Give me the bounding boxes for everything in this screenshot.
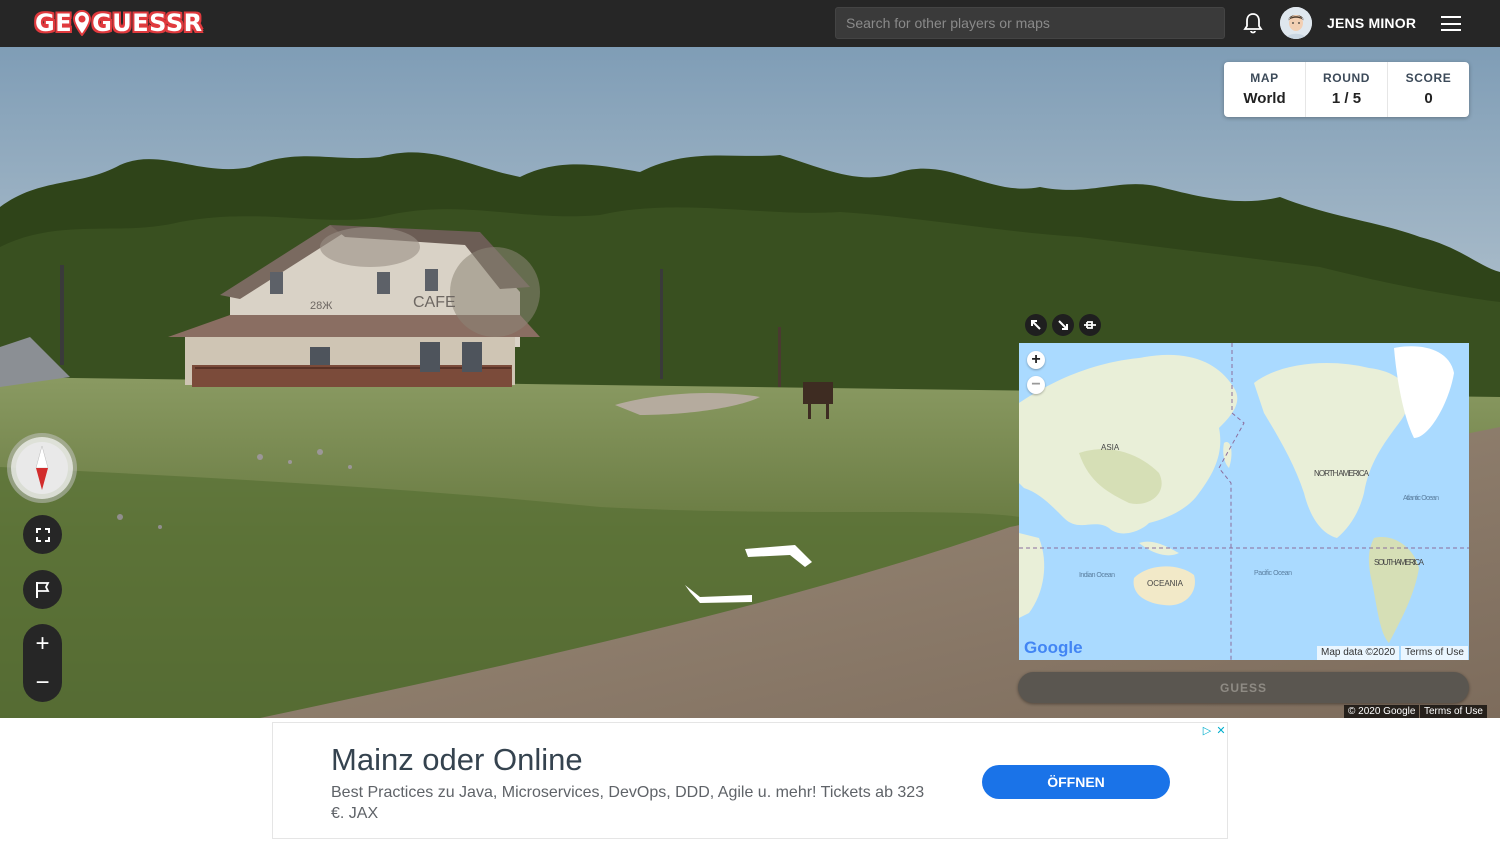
- ad-choices[interactable]: ▷ ✕: [1200, 723, 1228, 738]
- top-bar: GE GUESSR JENS MINOR: [0, 0, 1500, 47]
- compass-icon: [16, 442, 68, 494]
- status-map: MAP World: [1224, 62, 1305, 117]
- status-round-label: ROUND: [1323, 71, 1370, 85]
- hamburger-menu-icon[interactable]: [1441, 16, 1461, 31]
- pin-icon: [1084, 321, 1096, 329]
- streetview-zoom-controls: + −: [23, 624, 62, 702]
- flag-icon: [35, 581, 49, 598]
- world-map: ASIA NORTH AMERICA SOUTH AMERICA OCEANIA…: [1019, 343, 1469, 660]
- geoguessr-logo[interactable]: GE GUESSR: [35, 6, 203, 40]
- map-terms-link[interactable]: Terms of Use: [1401, 646, 1468, 660]
- avatar[interactable]: [1280, 7, 1312, 39]
- return-to-start-button[interactable]: [23, 570, 62, 609]
- google-logo: Google: [1024, 638, 1083, 657]
- streetview-terms-link[interactable]: Terms of Use: [1420, 705, 1487, 718]
- map-label-asia: ASIA: [1101, 443, 1120, 452]
- map-label-north-america: NORTH AMERICA: [1314, 469, 1370, 478]
- zoom-out-button[interactable]: −: [23, 663, 62, 702]
- status-score-label: SCORE: [1405, 71, 1452, 85]
- map-label-south-america: SOUTH AMERICA: [1374, 558, 1425, 567]
- zoom-in-button[interactable]: +: [23, 624, 62, 663]
- guess-button[interactable]: GUESS: [1018, 672, 1469, 703]
- guess-map[interactable]: ASIA NORTH AMERICA SOUTH AMERICA OCEANIA…: [1019, 343, 1469, 660]
- cafe-sign: CAFE: [413, 294, 456, 311]
- map-label-oceania: OCEANIA: [1147, 579, 1184, 588]
- streetview-copyright: © 2020 Google: [1344, 705, 1420, 718]
- ad-close-icon[interactable]: ✕: [1214, 723, 1228, 738]
- fullscreen-button[interactable]: [23, 515, 62, 554]
- map-pin-icon: [73, 10, 92, 36]
- status-map-value: World: [1243, 90, 1286, 107]
- ad-open-button[interactable]: ÖFFNEN: [982, 765, 1170, 799]
- logo-text-guessr: GUESSR: [92, 9, 203, 37]
- search-input[interactable]: [835, 7, 1225, 39]
- ad-title[interactable]: Mainz oder Online: [331, 742, 583, 778]
- compass-button[interactable]: [11, 437, 73, 499]
- adchoices-icon[interactable]: ▷: [1200, 723, 1214, 738]
- minimap-zoom-out-button[interactable]: −: [1027, 376, 1045, 394]
- bell-icon[interactable]: [1243, 12, 1263, 34]
- pin-map-button[interactable]: [1079, 314, 1101, 336]
- ad-description: Best Practices zu Java, Microservices, D…: [331, 784, 925, 822]
- map-label-pacific: Pacific Ocean: [1254, 570, 1292, 577]
- map-label-atlantic: Atlantic Ocean: [1403, 495, 1439, 502]
- advertisement-banner[interactable]: Mainz oder Online Best Practices zu Java…: [272, 722, 1228, 839]
- fullscreen-icon: [35, 527, 50, 542]
- cafe-sign-2: 28Ж: [310, 300, 332, 312]
- status-round: ROUND 1 / 5: [1305, 62, 1387, 117]
- status-round-value: 1 / 5: [1331, 90, 1362, 107]
- status-score: SCORE 0: [1387, 62, 1469, 117]
- map-label-indian: Indian Ocean: [1079, 572, 1115, 579]
- status-score-value: 0: [1424, 90, 1433, 107]
- minimap-zoom-in-button[interactable]: +: [1027, 351, 1045, 369]
- map-data-attribution: Map data ©2020: [1317, 646, 1400, 660]
- expand-map-button[interactable]: [1025, 314, 1047, 336]
- arrow-up-left-icon: [1031, 320, 1041, 330]
- logo-text-ge: GE: [35, 9, 73, 37]
- game-status-panel: MAP World ROUND 1 / 5 SCORE 0: [1224, 62, 1469, 117]
- shrink-map-button[interactable]: [1052, 314, 1074, 336]
- status-map-label: MAP: [1250, 71, 1279, 85]
- arrow-down-right-icon: [1058, 320, 1068, 330]
- user-avatar-icon: [1280, 7, 1312, 39]
- username[interactable]: JENS MINOR: [1327, 15, 1416, 31]
